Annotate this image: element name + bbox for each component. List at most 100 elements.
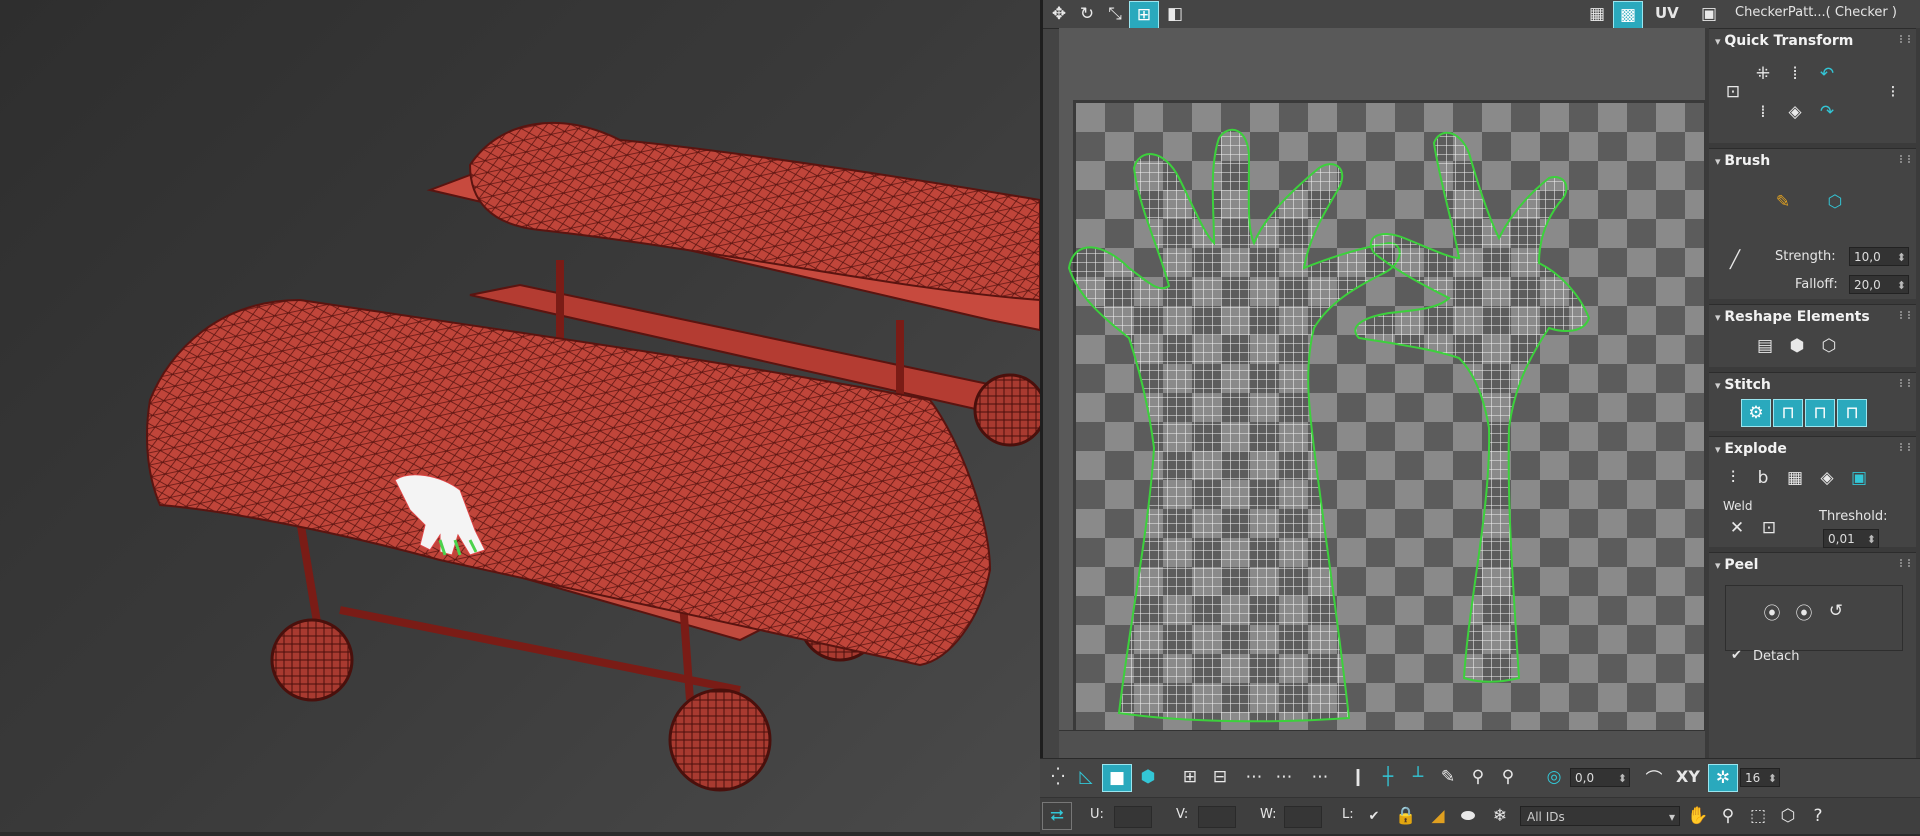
loop-shrink-icon[interactable]: ┼ <box>1374 764 1402 790</box>
grip-icon[interactable] <box>1900 35 1910 43</box>
vertex-mode-icon[interactable]: ⁛ <box>1044 764 1072 790</box>
move-icon[interactable]: ✥ <box>1045 1 1073 27</box>
align-vertical-icon[interactable]: ⁞ <box>1749 99 1777 125</box>
scale-icon[interactable]: ⤡ <box>1101 1 1129 27</box>
select-grow-icon[interactable]: ⊞ <box>1176 764 1204 790</box>
falloff-distance-spinner[interactable]: 0,0 <box>1570 768 1630 788</box>
split-icon[interactable]: b <box>1749 465 1777 491</box>
detach-checkbox[interactable]: ✔ <box>1731 648 1742 663</box>
ring-grow-icon[interactable]: ⋯ <box>1240 764 1268 790</box>
brush-title[interactable]: Brush <box>1715 153 1770 169</box>
xy-space-label[interactable]: XY <box>1676 767 1700 786</box>
grid-snap-icon[interactable]: ✲ <box>1708 764 1738 792</box>
rollout-stitch: Stitch ⚙ ⊓ ⊓ ⊓ <box>1709 372 1916 431</box>
checker-dropdown[interactable]: CheckerPatt...( Checker ) <box>1735 5 1897 20</box>
explode-title[interactable]: Explode <box>1715 441 1787 457</box>
polygon-mode-icon[interactable]: ■ <box>1102 764 1132 792</box>
rotate-ccw-icon[interactable]: ↶ <box>1813 61 1841 87</box>
peel-title[interactable]: Peel <box>1715 557 1758 573</box>
element-mode-icon[interactable]: ⬢ <box>1134 764 1162 790</box>
align-center-icon[interactable]: ⊡ <box>1719 79 1747 105</box>
reset-peel-icon[interactable]: ↺ <box>1822 598 1850 624</box>
flatten-by-polygon-icon[interactable]: ▣ <box>1845 465 1873 491</box>
3d-viewport[interactable] <box>0 0 1047 832</box>
peel-mode-icon[interactable]: ⦿ <box>1790 598 1818 624</box>
map-settings-icon[interactable]: ▣ <box>1695 1 1723 27</box>
reshape-elements-title[interactable]: Reshape Elements <box>1715 309 1869 325</box>
u-label: U: <box>1090 807 1104 822</box>
rotate-cw-icon[interactable]: ↷ <box>1813 99 1841 125</box>
paint-grow-icon[interactable]: ⚲ <box>1464 764 1492 790</box>
zoom-icon[interactable]: ⚲ <box>1714 803 1742 829</box>
flatten-icon[interactable]: ⬡ <box>1815 333 1843 359</box>
weld-all-icon[interactable]: ⊡ <box>1755 515 1783 541</box>
freeze-icon[interactable]: ❄ <box>1486 803 1514 829</box>
checker-toggle-icon[interactable]: ▦ <box>1583 1 1611 27</box>
quick-transform-title[interactable]: Quick Transform <box>1715 33 1853 49</box>
grip-icon[interactable] <box>1900 379 1910 387</box>
grip-icon[interactable] <box>1900 311 1910 319</box>
falloff-curve-icon[interactable]: ⌒ <box>1640 764 1668 790</box>
loop-grow-icon[interactable]: ❙ <box>1344 764 1372 790</box>
ring-shrink-icon[interactable]: ⋯ <box>1270 764 1298 790</box>
stitch-to-source-icon[interactable]: ⊓ <box>1837 399 1867 427</box>
select-shrink-icon[interactable]: ⊟ <box>1206 764 1234 790</box>
paint-select-icon[interactable]: ✎ <box>1434 764 1462 790</box>
space-vertical-icon[interactable]: ⁝ <box>1879 79 1907 105</box>
soft-selection-icon[interactable]: ◎ <box>1540 764 1568 790</box>
w-field[interactable] <box>1284 806 1322 828</box>
rollout-quick-transform: Quick Transform ⊡ ⁜ ⦙ ↶ ⁞ ◈ ↷ ⁝ <box>1709 28 1916 143</box>
uv-label[interactable]: UV <box>1655 4 1679 22</box>
show-map-icon[interactable]: ▩ <box>1613 1 1643 29</box>
uv-horizontal-scroll[interactable] <box>1059 730 1742 759</box>
lock-checkbox[interactable]: ✔ <box>1360 803 1388 829</box>
hide-icon[interactable]: ◢ <box>1424 803 1452 829</box>
freeform-icon[interactable]: ⊞ <box>1129 1 1159 29</box>
threshold-label: Threshold: <box>1819 509 1888 524</box>
relax-brush-icon[interactable]: ⬡ <box>1821 189 1849 215</box>
brush-line-icon[interactable]: ╱ <box>1721 247 1749 273</box>
grip-icon[interactable] <box>1900 155 1910 163</box>
threshold-spinner[interactable]: 0,01 <box>1823 529 1879 549</box>
paint-shrink-icon[interactable]: ⚲ <box>1494 764 1522 790</box>
explode-to-smoothing-icon[interactable]: ▦ <box>1781 465 1809 491</box>
stitch-custom-icon[interactable]: ⚙ <box>1741 399 1771 427</box>
falloff-label: Falloff: <box>1795 277 1838 292</box>
strength-spinner[interactable]: 10,0 <box>1849 247 1909 267</box>
edge-mode-icon[interactable]: ◺ <box>1072 764 1100 790</box>
material-id-dropdown[interactable]: All IDs <box>1520 806 1680 827</box>
relax-icon[interactable]: ⬢ <box>1783 333 1811 359</box>
falloff-spinner[interactable]: 20,0 <box>1849 275 1909 295</box>
uv-shell-right-hand[interactable] <box>1354 131 1591 683</box>
quick-peel-icon[interactable]: ⦿ <box>1758 598 1786 624</box>
help-icon[interactable]: ? <box>1804 803 1832 829</box>
pan-icon[interactable]: ✋ <box>1684 803 1712 829</box>
v-field[interactable] <box>1198 806 1236 828</box>
grid-size-spinner[interactable]: 16 <box>1740 768 1780 788</box>
uv-shell-left-hand[interactable] <box>1067 128 1401 723</box>
point-to-point-icon[interactable]: ┴ <box>1404 764 1432 790</box>
stitch-title[interactable]: Stitch <box>1715 377 1771 393</box>
mirror-icon[interactable]: ◧ <box>1161 1 1189 27</box>
stitch-average-icon[interactable]: ⊓ <box>1805 399 1835 427</box>
absolute-relative-icon[interactable]: ⮂ <box>1042 802 1072 830</box>
rotate-icon[interactable]: ↻ <box>1073 1 1101 27</box>
lock-icon[interactable]: 🔒 <box>1392 803 1420 829</box>
linear-align-icon[interactable]: ◈ <box>1781 99 1809 125</box>
weld-selected-icon[interactable]: ✕ <box>1723 515 1751 541</box>
break-icon[interactable]: ⫶ <box>1719 465 1747 491</box>
loop-icon[interactable]: ⋯ <box>1306 764 1334 790</box>
unhide-icon[interactable]: ⬬ <box>1454 803 1482 829</box>
grip-icon[interactable] <box>1900 443 1910 451</box>
straighten-icon[interactable]: ▤ <box>1751 333 1779 359</box>
align-horizontal-icon[interactable]: ⁜ <box>1749 61 1777 87</box>
zoom-region-icon[interactable]: ⬚ <box>1744 803 1772 829</box>
explode-to-material-icon[interactable]: ◈ <box>1813 465 1841 491</box>
uv-canvas[interactable] <box>1059 28 1742 758</box>
paint-brush-icon[interactable]: ✎ <box>1769 189 1797 215</box>
grip-icon[interactable] <box>1900 559 1910 567</box>
space-horizontal-icon[interactable]: ⦙ <box>1781 61 1809 87</box>
zoom-extents-icon[interactable]: ⬡ <box>1774 803 1802 829</box>
stitch-to-target-icon[interactable]: ⊓ <box>1773 399 1803 427</box>
u-field[interactable] <box>1114 806 1152 828</box>
